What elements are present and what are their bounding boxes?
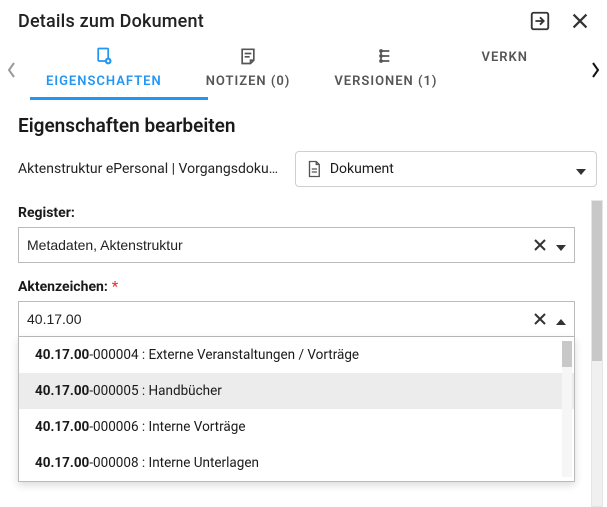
document-icon	[306, 160, 322, 178]
aktenzeichen-input[interactable]	[27, 311, 534, 327]
caret-up-icon[interactable]	[556, 310, 566, 329]
header-actions	[529, 10, 591, 32]
panel-scrollbar[interactable]	[591, 200, 603, 507]
register-label: Register:	[18, 205, 575, 221]
aktenzeichen-actions	[534, 310, 566, 329]
aktenzeichen-label-text: Aktenzeichen:	[18, 279, 108, 295]
properties-icon	[94, 46, 114, 70]
option-rest: -000006 : Interne Vorträge	[89, 419, 245, 435]
tab-versions[interactable]: VERSIONEN (1)	[312, 40, 459, 99]
caret-down-icon[interactable]	[556, 236, 566, 255]
required-indicator: *	[112, 279, 118, 295]
aktenzeichen-dropdown: 40.17.00-000004 : Externe Veranstaltunge…	[18, 337, 575, 482]
option-rest: -000008 : Interne Unterlagen	[89, 455, 259, 471]
tab-properties[interactable]: EIGENSCHAFTEN	[24, 40, 184, 99]
tabs-bar: EIGENSCHAFTEN NOTIZEN (0) VERSIONEN (1) …	[0, 40, 607, 100]
clear-icon[interactable]	[534, 236, 546, 255]
dropdown-scrollbar[interactable]	[562, 341, 572, 477]
register-field: Register:	[18, 205, 575, 263]
tab-label: EIGENSCHAFTEN	[46, 74, 162, 89]
register-select[interactable]	[18, 227, 575, 263]
document-type-value: Dokument	[330, 161, 576, 177]
tabs: EIGENSCHAFTEN NOTIZEN (0) VERSIONEN (1) …	[24, 40, 583, 100]
tab-label: VERKN	[482, 50, 528, 65]
panel-body: Eigenschaften bearbeiten Aktenstruktur e…	[0, 100, 607, 507]
section-title: Eigenschaften bearbeiten	[18, 114, 597, 137]
caret-down-icon	[576, 160, 586, 179]
panel-header: Details zum Dokument	[0, 0, 607, 40]
register-value[interactable]	[27, 237, 534, 253]
aktenzeichen-label: Aktenzeichen: *	[18, 279, 575, 295]
tab-notes[interactable]: NOTIZEN (0)	[184, 40, 313, 99]
clear-icon[interactable]	[534, 310, 546, 329]
tabs-scroll-left[interactable]	[0, 60, 24, 80]
document-type-select[interactable]: Dokument	[295, 151, 597, 187]
versions-icon	[376, 46, 396, 70]
aktenzeichen-combobox[interactable]	[18, 301, 575, 337]
close-icon[interactable]	[569, 10, 591, 32]
option-rest: -000005 : Handbücher	[89, 383, 222, 399]
breadcrumb: Aktenstruktur ePersonal | Vorgangsdoku…	[18, 161, 285, 177]
tabs-scroll-right[interactable]	[583, 60, 607, 80]
aktenzeichen-field: Aktenzeichen: * 40.17.00-000004 : Extern…	[18, 279, 575, 482]
aktenzeichen-option[interactable]: 40.17.00-000004 : Externe Veranstaltunge…	[19, 337, 574, 373]
option-code-prefix: 40.17.00	[35, 419, 89, 435]
aktenzeichen-option[interactable]: 40.17.00-000008 : Interne Unterlagen	[19, 445, 574, 481]
tab-label: NOTIZEN (0)	[206, 74, 291, 89]
option-code-prefix: 40.17.00	[35, 455, 89, 471]
aktenzeichen-option[interactable]: 40.17.00-000005 : Handbücher	[19, 373, 574, 409]
breadcrumb-row: Aktenstruktur ePersonal | Vorgangsdoku… …	[18, 151, 597, 187]
register-actions	[534, 236, 566, 255]
option-code-prefix: 40.17.00	[35, 347, 89, 363]
export-icon[interactable]	[529, 10, 551, 32]
tab-links[interactable]: VERKN	[460, 40, 528, 99]
aktenzeichen-option[interactable]: 40.17.00-000006 : Interne Vorträge	[19, 409, 574, 445]
option-rest: -000004 : Externe Veranstaltungen / Vort…	[89, 347, 359, 363]
note-icon	[238, 46, 258, 70]
tab-label: VERSIONEN (1)	[334, 74, 437, 89]
option-code-prefix: 40.17.00	[35, 383, 89, 399]
panel-title: Details zum Dokument	[18, 11, 529, 32]
